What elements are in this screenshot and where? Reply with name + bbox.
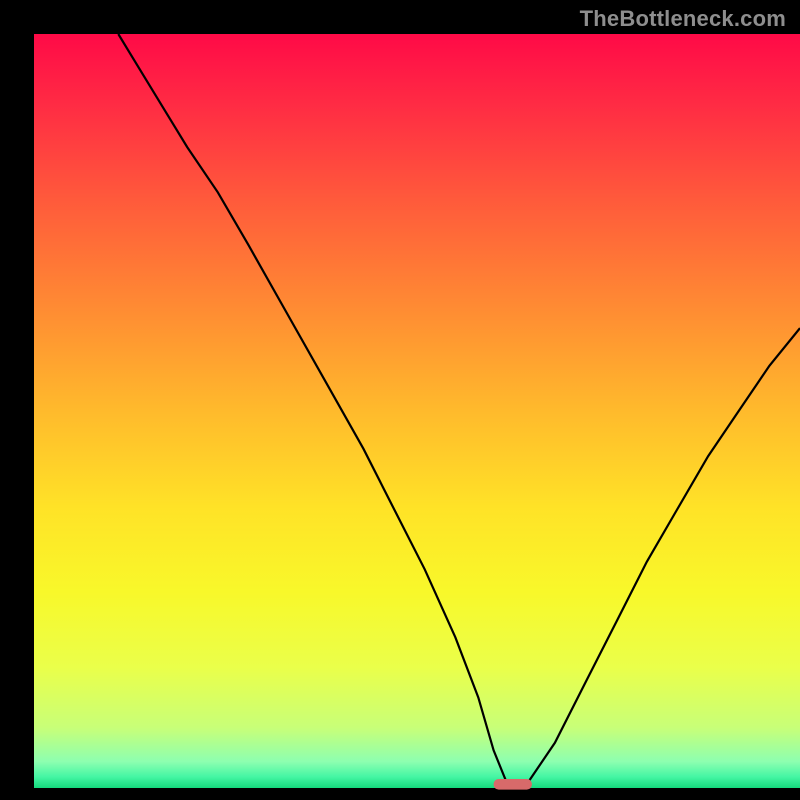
flat-bottom-marker — [494, 779, 532, 790]
plot-background — [34, 34, 800, 788]
bottleneck-chart — [0, 0, 800, 800]
chart-stage: TheBottleneck.com — [0, 0, 800, 800]
